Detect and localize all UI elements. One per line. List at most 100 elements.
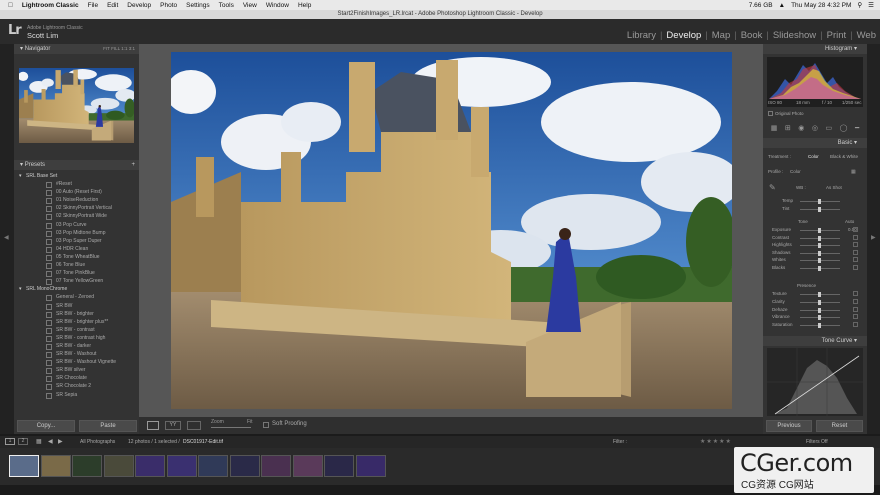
- preset-item[interactable]: 03 Pop Midtone Bump: [14, 229, 139, 237]
- preset-item[interactable]: SR BW: [14, 302, 139, 310]
- grid-view-icon[interactable]: ▦: [36, 438, 42, 445]
- menu-file[interactable]: File: [88, 2, 98, 9]
- slider-value-box[interactable]: [853, 249, 858, 255]
- preset-item[interactable]: SR BW - Washout Vignette: [14, 358, 139, 367]
- preset-item[interactable]: SR BW - contrast: [14, 326, 139, 334]
- zoom-1-1[interactable]: 1:1: [121, 46, 127, 51]
- menu-develop[interactable]: Develop: [127, 2, 151, 9]
- navigator-header[interactable]: ▾ Navigator FIT FILL 1:1 3:1: [14, 44, 139, 54]
- preset-item[interactable]: 06 Tone Blue: [14, 261, 139, 270]
- preset-item[interactable]: #Reset: [14, 180, 139, 189]
- forward-arrow-icon[interactable]: ▶: [58, 438, 63, 445]
- preset-item[interactable]: 02 SkinnyPortrait Vertical: [14, 204, 139, 213]
- adjustment-slider[interactable]: [800, 243, 840, 249]
- slider-value-box[interactable]: [853, 234, 858, 240]
- brush-icon[interactable]: ━: [855, 124, 859, 136]
- expand-icon[interactable]: ▾: [19, 172, 22, 180]
- filmstrip-thumbnail[interactable]: [135, 455, 165, 477]
- menu-app[interactable]: Lightroom Classic: [22, 2, 79, 9]
- soft-proofing-checkbox[interactable]: [263, 422, 269, 428]
- filmstrip-thumbnail[interactable]: [229, 455, 260, 477]
- preset-item[interactable]: SR BW - darker: [14, 342, 139, 351]
- adjustment-slider[interactable]: [800, 250, 840, 256]
- preset-item[interactable]: SR BW - contrast high: [14, 334, 139, 342]
- module-book[interactable]: Book: [737, 30, 767, 41]
- crop-icon[interactable]: ⊞: [785, 124, 791, 136]
- preset-group[interactable]: ▾ SRL MonoChrome: [14, 285, 139, 293]
- filmstrip-thumbnail[interactable]: [355, 455, 386, 477]
- filmstrip-thumbnail[interactable]: [40, 455, 71, 477]
- copy-button[interactable]: Copy...: [17, 420, 75, 432]
- zoom-slider[interactable]: [211, 427, 251, 428]
- preset-item[interactable]: 05 Tone WheatBlue: [14, 253, 139, 262]
- menu-settings[interactable]: Settings: [186, 2, 210, 9]
- adjustment-slider[interactable]: [800, 258, 840, 264]
- basic-header[interactable]: Basic ▾: [763, 138, 867, 148]
- slider-value-box[interactable]: [853, 298, 858, 304]
- filmstrip-thumbnail[interactable]: [198, 455, 228, 477]
- main-photo[interactable]: [171, 52, 732, 409]
- slider-value-box[interactable]: [853, 291, 858, 296]
- adjustment-slider[interactable]: [800, 299, 840, 305]
- preset-item[interactable]: SR BW - brighter: [14, 310, 139, 318]
- filmstrip-thumbnail[interactable]: [324, 455, 354, 477]
- module-map[interactable]: Map: [708, 30, 734, 41]
- slider-value-box[interactable]: [853, 242, 858, 248]
- menu-help[interactable]: Help: [298, 2, 311, 9]
- expand-icon[interactable]: ▾: [19, 285, 22, 293]
- zoom-fit[interactable]: FIT: [103, 46, 110, 51]
- preset-item[interactable]: SR BW - Washout: [14, 350, 139, 359]
- preset-item[interactable]: SR BW - brighter plus**: [14, 318, 139, 326]
- left-panel-toggle[interactable]: ◀: [0, 44, 14, 434]
- preset-item[interactable]: SR BW silver: [14, 366, 139, 375]
- adjustment-slider[interactable]: [800, 307, 840, 313]
- preset-item[interactable]: 03 Pop Curve: [14, 221, 139, 229]
- treatment-color[interactable]: Color: [808, 154, 819, 159]
- wb-value[interactable]: As Shot: [826, 185, 842, 190]
- adjustment-slider[interactable]: [800, 266, 840, 271]
- adjustment-slider[interactable]: [800, 235, 840, 241]
- menu-tools[interactable]: Tools: [219, 2, 234, 9]
- wifi-icon[interactable]: ▲: [779, 2, 785, 9]
- filmstrip-thumbnail[interactable]: [103, 455, 134, 477]
- spot-removal-icon[interactable]: ◉: [798, 124, 804, 136]
- paste-button[interactable]: Paste: [79, 420, 137, 432]
- slider-value-box[interactable]: [853, 257, 858, 263]
- menu-window[interactable]: Window: [266, 2, 289, 9]
- module-web[interactable]: Web: [853, 30, 880, 41]
- reset-button[interactable]: Reset: [816, 420, 863, 432]
- loupe-view-icon[interactable]: [147, 421, 159, 430]
- before-after-icon[interactable]: YY: [165, 421, 181, 430]
- module-library[interactable]: Library: [623, 30, 660, 41]
- module-print[interactable]: Print: [823, 30, 851, 41]
- preset-item[interactable]: 01 NoiseReduction: [14, 196, 139, 205]
- histogram-header[interactable]: Histogram ▾: [763, 44, 867, 54]
- preset-item[interactable]: 00 Auto (Reset First): [14, 188, 139, 197]
- rating-filter-stars[interactable]: ★★★★★: [700, 438, 732, 445]
- back-arrow-icon[interactable]: ◀: [48, 438, 53, 445]
- preset-item[interactable]: General - Zeroed: [14, 293, 139, 302]
- add-preset-icon[interactable]: +: [131, 160, 135, 170]
- menu-view[interactable]: View: [243, 2, 257, 9]
- preset-item[interactable]: SR Chocolate 2: [14, 382, 139, 391]
- filmstrip-thumbnail[interactable]: [9, 455, 39, 477]
- preset-item[interactable]: 07 Tone PinkBlue: [14, 269, 139, 278]
- preset-group[interactable]: ▾ SRL Base Set: [14, 172, 139, 180]
- slider-value-box[interactable]: [853, 306, 858, 312]
- filmstrip-source[interactable]: All Photographs: [80, 439, 115, 445]
- tint-slider[interactable]: [800, 207, 840, 212]
- slider-value-box[interactable]: [853, 322, 858, 328]
- zoom-3-1[interactable]: 3:1: [129, 46, 135, 51]
- adjustment-slider[interactable]: [800, 315, 840, 321]
- tone-curve-header[interactable]: Tone Curve ▾: [763, 336, 867, 346]
- slider-value-box[interactable]: [853, 314, 858, 320]
- adjustment-slider[interactable]: [800, 228, 840, 233]
- temp-slider[interactable]: [800, 199, 840, 204]
- search-icon[interactable]: ⚲: [857, 1, 862, 9]
- right-panel-toggle[interactable]: ▶: [867, 44, 880, 434]
- red-eye-icon[interactable]: ◎: [812, 124, 818, 136]
- white-balance-picker-icon[interactable]: ✎: [769, 183, 776, 192]
- graduated-filter-icon[interactable]: ▭: [825, 124, 832, 136]
- filmstrip-thumbnail[interactable]: [292, 455, 323, 477]
- zoom-fill[interactable]: FILL: [111, 46, 120, 51]
